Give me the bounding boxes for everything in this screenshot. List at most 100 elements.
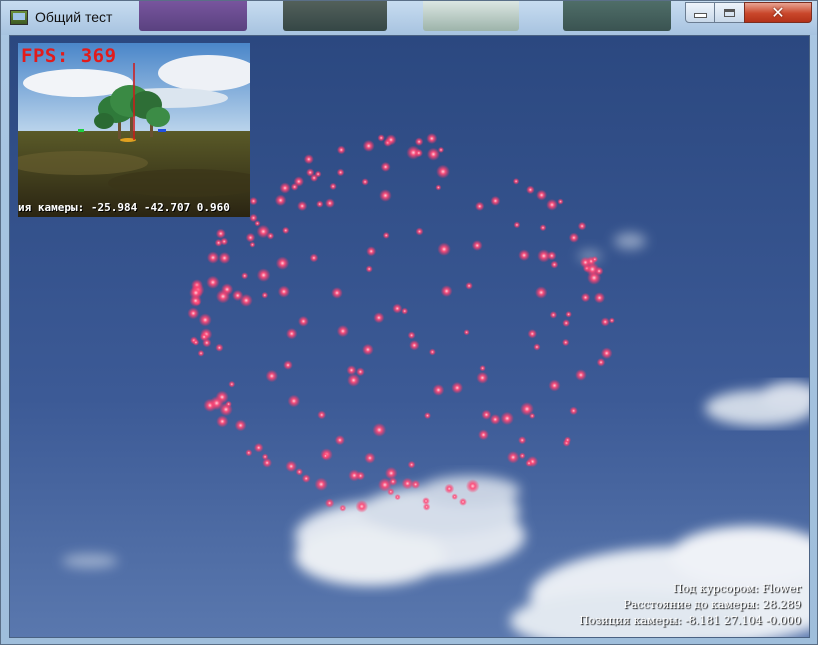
minimize-icon [693,13,707,18]
particle [206,275,220,289]
particle [310,173,319,182]
particle [564,436,572,444]
particle [209,396,224,411]
particle [414,148,423,158]
particle [426,133,438,144]
particle [539,224,547,232]
particle [261,291,269,299]
particle [489,414,501,425]
particle [225,400,232,408]
particle [596,358,606,367]
particle [373,312,385,324]
particle [518,436,527,445]
particle [187,307,200,320]
particle [365,265,373,273]
particle [411,479,421,489]
minimize-button[interactable] [685,2,715,23]
maximize-button[interactable] [714,2,745,23]
particle [536,189,547,201]
particle [274,194,287,207]
particle [565,311,572,318]
particle [261,453,269,461]
maximize-icon [724,8,735,17]
particle [361,178,369,186]
particle [608,317,615,324]
particle [309,253,319,263]
particle [199,332,209,342]
particle [189,286,203,300]
particle [479,365,486,372]
particle [546,199,558,211]
particle [220,237,229,246]
particle [256,268,271,282]
particle [500,411,514,426]
particle [283,360,293,370]
particle [198,313,212,327]
particle [392,303,403,314]
particle [557,198,564,205]
particle [197,349,205,357]
particle [266,232,275,240]
particle [380,161,391,172]
particle [239,293,253,307]
particle [513,221,521,229]
app-icon [10,10,28,25]
fps-counter: FPS: 369 [21,45,117,67]
particle [249,213,258,223]
particle [249,196,258,206]
particle [215,343,224,352]
particle [414,137,424,146]
particle [394,494,401,501]
particle [471,240,483,251]
particle [549,311,558,319]
particle [579,256,592,269]
particle [548,379,561,392]
particle [249,241,256,248]
particle [580,292,591,303]
particle [279,182,291,194]
particle [591,256,599,263]
render-viewport[interactable]: FPS: 369 ия камеры: -25.984 -42.707 0.96… [9,35,810,638]
particle [241,272,249,280]
particle [518,249,530,261]
particle [285,460,298,473]
particle [325,198,335,209]
particle [377,134,385,142]
particle [282,226,290,235]
particle [317,410,327,420]
particle [362,343,374,356]
particle [336,145,346,155]
particle [407,331,416,340]
particle [550,260,559,269]
particle [301,474,311,483]
particle [600,317,610,327]
particle [384,466,398,480]
particle [387,488,395,496]
particle [527,329,537,339]
particle [234,419,247,432]
particle [519,452,526,460]
particle [409,340,420,351]
particle [476,371,489,384]
title-bar[interactable]: Общий тест ✕ [1,1,817,35]
particle [348,469,361,482]
particle [336,325,349,338]
close-icon: ✕ [771,2,785,22]
particle [372,423,387,437]
window-title: Общий тест [35,9,113,25]
particle [228,380,236,388]
particle [537,249,551,263]
particle [465,282,473,290]
particle [277,285,290,298]
particle [336,168,345,177]
particle [436,164,450,179]
particle [295,468,304,476]
particle [478,429,489,441]
particle [569,406,578,416]
particle [245,449,253,457]
hud-under-cursor: Под курсором: Flower [672,582,801,595]
particle [562,338,570,347]
hud-info: Под курсором: Flower Расстояние до камер… [579,581,801,629]
close-button[interactable]: ✕ [744,2,812,23]
particle [568,232,580,243]
